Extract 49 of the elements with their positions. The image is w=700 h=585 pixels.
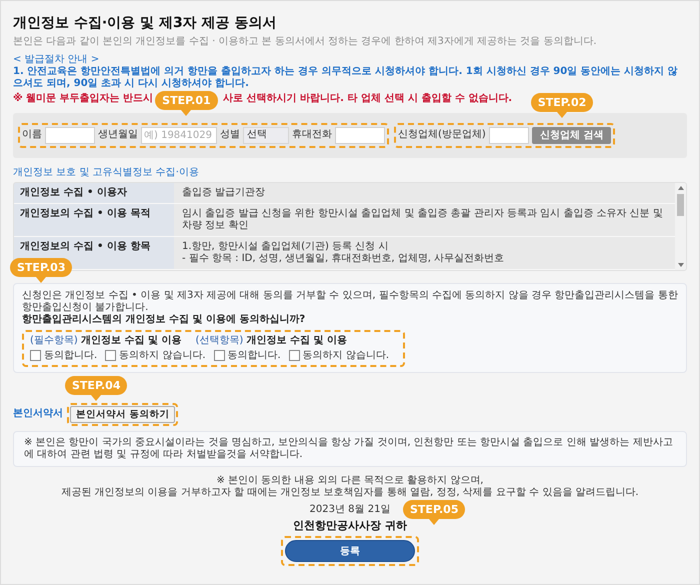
intro-text: 본인은 다음과 같이 본인의 개인정보를 수집 · 이용하고 본 동의서에서 정하는 경우에 한하여 제3자에게 제공하는 것을 동의합니다. xyxy=(13,36,598,48)
section-heading: 개인정보 보호 및 고유식별정보 수집·이용 xyxy=(13,166,200,179)
cell-text: 출입증 발급기관장 xyxy=(182,186,266,199)
field-label: 성별 xyxy=(220,129,240,142)
input-field[interactable] xyxy=(45,126,95,144)
cell-text: 1.항만, 항만시설 출입업체(기관) 등록 신청 시 xyxy=(182,240,390,253)
group-tag: (선택항목) xyxy=(195,334,244,346)
page-title: 개인정보 수집·이용 및 제3자 제공 동의서 xyxy=(13,15,278,32)
group-title: 개인정보 수집 및 이용 xyxy=(81,334,182,346)
field-label: 생년월일 xyxy=(98,129,138,142)
notice-text: ※ 본인이 동의한 내용 외의 다른 목적으로 활용하지 않으며, xyxy=(216,474,484,487)
input-field[interactable] xyxy=(488,126,529,144)
warning-text: ※ 웰미문 부두출입자는 반드시 xyxy=(13,92,154,105)
checkbox[interactable] xyxy=(288,350,300,362)
checkbox-label[interactable]: 동의합니다. xyxy=(44,350,98,362)
register-button[interactable]: 등록 xyxy=(285,540,415,562)
field-label: 이름 xyxy=(22,129,42,142)
consent-question: 항만출입관리시스템의 개인정보 수집 및 이용에 동의하십니까? xyxy=(22,314,306,326)
scrollbar[interactable] xyxy=(675,182,686,270)
consent-notice: 신청인은 개인정보 수집 • 이용 및 제3자 제공에 대해 동의를 거부할 수 있으며, 필수항목의 수집에 동의하지 않을 경우 항만출입관리시스템을 통한 항만출입신청이 불가합니다. xyxy=(22,290,678,314)
input-field[interactable] xyxy=(335,126,385,144)
pledge-text: ※ 본인은 항만이 국가의 중요시설이라는 것을 명심하고, 보안의식을 항상 가질 것이며, 인천항만 또는 항만시설 출입으로 인해 발생하는 제반사고에 대하여 관련 법령 및 규정에 따라 처벌받을것을 서약합니다. xyxy=(13,430,687,467)
cell-text: - 필수 항목 : ID, 성명, 생년월일, 휴대전화번호, 업체명, 사무실전화번호 xyxy=(182,252,506,265)
checkbox-label[interactable]: 동의하지 않습니다. xyxy=(302,350,390,362)
pledge-agree-button[interactable]: 본인서약서 동의하기 xyxy=(70,406,176,423)
field-label: 신청업체(방문업체) xyxy=(398,129,486,142)
field-label: 휴대전화 xyxy=(292,129,332,142)
procedure-heading: < 발급절차 안내 > xyxy=(13,54,100,66)
warning-text: 사로 선택하시기 바랍니다. 타 업체 선택 시 출입할 수 없습니다. xyxy=(223,92,512,105)
table-header-cell: 개인정보 수집 • 이용자 xyxy=(14,182,174,203)
checkbox[interactable] xyxy=(105,350,116,362)
checkbox-label[interactable]: 동의합니다. xyxy=(228,350,281,362)
select-field[interactable]: 선택 xyxy=(243,126,289,144)
pledge-label: 본인서약서 xyxy=(13,408,63,420)
table-header-cell: 개인정보의 수집 • 이용 목적 xyxy=(14,204,174,236)
step-callout: STEP.01 xyxy=(155,90,218,116)
date-text: 2023년 8월 21일 xyxy=(310,504,390,516)
cell-text: 임시 출입증 발급 신청을 위한 항만시설 출입업체 및 출입증 총괄 관리자 등록과 임시 출입증 소유자 신분 및 차량 정보 확인 xyxy=(182,208,664,232)
group-title: 개인정보 수집 및 이용 xyxy=(246,334,347,346)
checkbox[interactable] xyxy=(214,350,225,362)
step-callout: STEP.04 xyxy=(65,376,128,401)
step-callout: STEP.02 xyxy=(530,92,594,118)
checkbox[interactable] xyxy=(30,350,41,362)
notice-text: 제공된 개인정보의 이용을 거부하고자 할 때에는 개인정보 보호책임자를 통해 열람, 정정, 삭제를 요구할 수 있음을 알려드립니다. xyxy=(60,486,640,499)
group-tag: (필수항목) xyxy=(30,334,78,346)
step-callout: STEP.03 xyxy=(10,258,72,283)
checkbox-label[interactable]: 동의하지 않습니다. xyxy=(119,350,206,362)
input-field[interactable]: 예) 19841029 xyxy=(141,126,217,144)
procedure-text: 1. 안전교육은 항만안전특별법에 의거 항만을 출입하고자 하는 경우 의무적으로 시청하셔야 합니다. 1회 시청하신 경우 90일 동안에는 시청하지 않으셔도 되며, 90일 초과 시 다시 시청하셔야 합니다. xyxy=(13,66,679,90)
